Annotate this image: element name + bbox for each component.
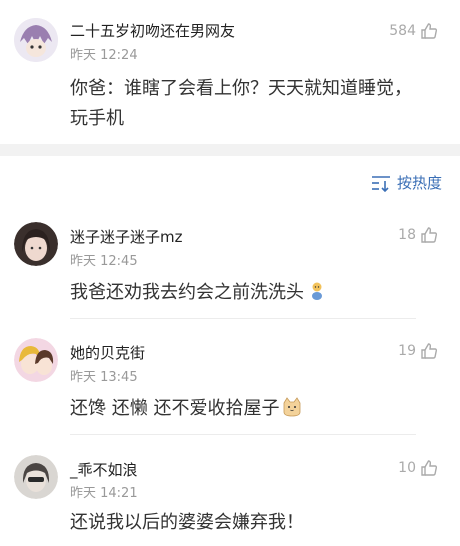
username[interactable]: 迷子迷子迷子mz [70, 226, 183, 247]
comment-text-body: 我爸还劝我去约会之前洗洗头 [70, 282, 304, 303]
comment-text: 我爸还劝我去约会之前洗洗头 [70, 278, 400, 308]
username[interactable]: 二十五岁初吻还在男网友 [70, 20, 235, 41]
divider [70, 318, 416, 319]
like-button[interactable]: 584 [389, 22, 438, 40]
sort-button[interactable]: 按热度 [371, 172, 442, 193]
section-gap [0, 144, 460, 156]
timestamp: 昨天 12:24 [70, 48, 138, 63]
username[interactable]: _乖不如浪 [70, 459, 138, 480]
thumbs-up-icon [421, 343, 438, 359]
avatar[interactable] [14, 338, 58, 382]
thumbs-up-icon [421, 460, 438, 476]
timestamp: 昨天 14:21 [70, 486, 138, 501]
comment-text: 还馋 还懒 还不爱收拾屋子 [70, 394, 400, 424]
thumbs-up-icon [421, 23, 438, 39]
comment-text-body: 还馋 还懒 还不爱收拾屋子 [70, 398, 280, 419]
like-button[interactable]: 19 [398, 342, 438, 360]
avatar[interactable] [14, 18, 58, 62]
sort-bar: 按热度 [0, 156, 460, 206]
avatar[interactable] [14, 455, 58, 499]
like-count: 18 [398, 227, 416, 243]
comment-text: 你爸：谁瞎了会看上你？天天就知道睡觉，玩手机 [70, 78, 412, 129]
like-button[interactable]: 10 [398, 459, 438, 477]
like-count: 19 [398, 343, 416, 359]
sort-icon [371, 175, 390, 192]
comment-text: 还说我以后的婆婆会嫌弃我！ [70, 512, 304, 533]
username[interactable]: 她的贝克街 [70, 342, 145, 363]
like-count: 10 [398, 460, 416, 476]
like-count: 584 [389, 23, 416, 39]
top-comment: 二十五岁初吻还在男网友 昨天 12:24 584 你爸：谁瞎了会看上你？天天就知… [0, 0, 460, 144]
timestamp: 昨天 13:45 [70, 370, 138, 385]
sort-label: 按热度 [396, 174, 442, 192]
like-button[interactable]: 18 [398, 226, 438, 244]
avatar[interactable] [14, 222, 58, 266]
thumbs-up-icon [421, 227, 438, 243]
doll-emoji-icon [312, 282, 322, 300]
timestamp: 昨天 12:45 [70, 254, 138, 269]
divider [70, 434, 416, 435]
cat-emoji-icon [284, 397, 301, 417]
